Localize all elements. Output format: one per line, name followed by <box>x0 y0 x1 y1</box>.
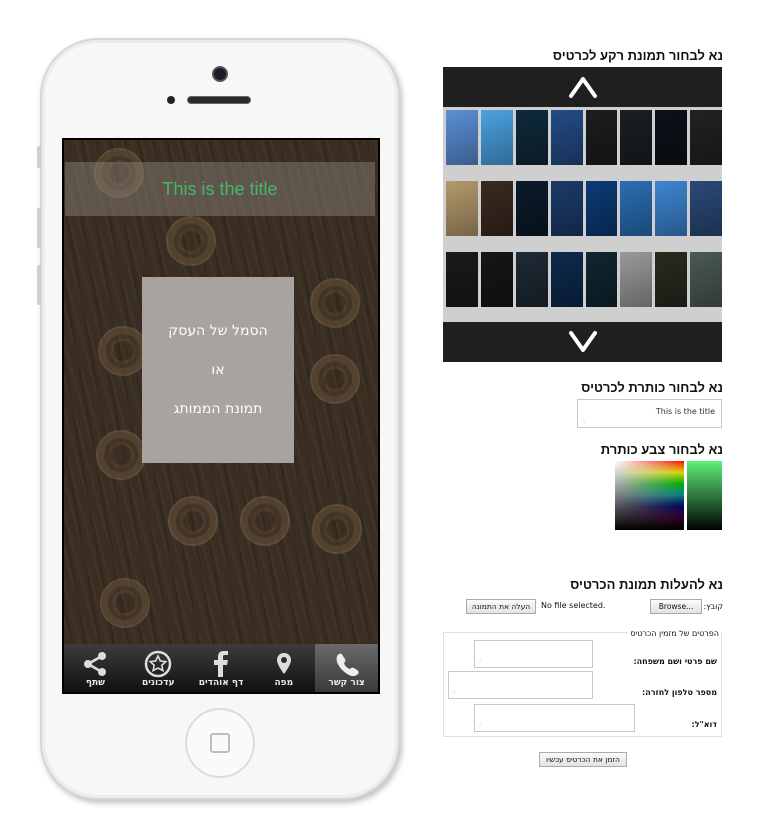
email-input[interactable]: ∴ <box>474 704 635 732</box>
card-title-bar: This is the title <box>65 162 375 216</box>
mute-switch <box>37 146 41 168</box>
tab-bar: צור קשר מפה דף אוהדים עדכונים שתף <box>64 644 378 692</box>
file-label: קובץ: <box>703 602 724 611</box>
background-swatch[interactable] <box>550 110 583 165</box>
upload-image-button[interactable]: העלה את התמונה <box>466 599 536 614</box>
chevron-down-icon <box>568 331 597 352</box>
background-picker <box>443 67 722 362</box>
color-heading: נא לבחור צבע כותרת <box>600 442 723 457</box>
background-swatch[interactable] <box>550 181 583 236</box>
facebook-icon <box>214 651 228 677</box>
background-swatch[interactable] <box>446 252 478 307</box>
background-swatch[interactable] <box>690 110 722 165</box>
tab-contact[interactable]: צור קשר <box>315 644 378 692</box>
background-swatch[interactable] <box>655 252 688 307</box>
tab-map[interactable]: מפה <box>252 644 315 692</box>
bg-heading: נא לבחור תמונת רקע לכרטיס <box>552 48 723 63</box>
chevron-up-icon <box>568 77 597 98</box>
tab-contact-label: צור קשר <box>328 678 365 688</box>
home-button <box>185 708 255 778</box>
swatch-row <box>446 252 722 307</box>
background-swatch[interactable] <box>620 252 653 307</box>
swatch-row <box>446 110 722 165</box>
swatch-row <box>446 181 722 236</box>
card-title: This is the title <box>162 178 278 199</box>
resize-grip-icon: ∴ <box>478 657 483 665</box>
phone-screen: This is the title הסמל של העסק או תמונת … <box>62 138 380 694</box>
title-textarea-value: This is the title <box>655 407 715 416</box>
background-swatch[interactable] <box>585 252 618 307</box>
background-swatch[interactable] <box>585 110 618 165</box>
background-swatch[interactable] <box>620 110 653 165</box>
title-heading: נא לבחור כותרת לכרטיס <box>581 380 723 395</box>
tab-map-label: מפה <box>274 678 294 688</box>
background-swatch[interactable] <box>655 181 688 236</box>
resize-grip-icon: ∴ <box>581 417 586 425</box>
background-swatch[interactable] <box>446 110 478 165</box>
background-swatch[interactable] <box>480 181 513 236</box>
background-swatch[interactable] <box>515 252 548 307</box>
background-swatch[interactable] <box>690 181 722 236</box>
background-swatch[interactable] <box>446 181 478 236</box>
tab-fanpage[interactable]: דף אוהדים <box>190 644 253 692</box>
color-brightness-slider[interactable] <box>687 461 722 530</box>
scroll-up-button[interactable] <box>443 67 722 107</box>
upload-heading: נא להעלות תמונת הכרטיס <box>570 577 723 592</box>
logo-placeholder: הסמל של העסק או תמונת הממותג <box>142 277 294 463</box>
no-file-text: No file selected. <box>541 601 606 610</box>
phone-mockup: This is the title הסמל של העסק או תמונת … <box>37 38 400 800</box>
background-swatch[interactable] <box>620 181 653 236</box>
proximity-sensor <box>167 96 175 104</box>
background-swatch-grid <box>446 110 722 323</box>
orderer-legend: הפרטים של מזמין הכרטיס <box>628 629 721 638</box>
logo-line-3: תמונת הממותג <box>173 400 263 417</box>
phone-input[interactable]: ∴ <box>448 671 593 699</box>
resize-grip-icon: ∴ <box>478 721 483 729</box>
name-label: שם פרטי ושם משפחה: <box>633 657 717 666</box>
name-input[interactable]: ∴ <box>474 640 593 668</box>
tab-updates[interactable]: עדכונים <box>127 644 190 692</box>
tab-share[interactable]: שתף <box>64 644 127 692</box>
logo-line-2: או <box>211 361 225 378</box>
background-swatch[interactable] <box>655 110 688 165</box>
background-swatch[interactable] <box>585 181 618 236</box>
email-label: דוא"ל: <box>691 720 717 729</box>
tab-share-label: שתף <box>85 678 105 688</box>
background-swatch[interactable] <box>480 252 513 307</box>
volume-down-button <box>37 265 41 305</box>
title-textarea[interactable]: This is the title ∴ <box>577 399 722 428</box>
resize-grip-icon: ∴ <box>452 688 457 696</box>
background-swatch[interactable] <box>515 110 548 165</box>
volume-up-button <box>37 208 41 248</box>
tab-updates-label: עדכונים <box>141 678 175 688</box>
map-pin-icon <box>276 653 291 674</box>
background-swatch[interactable] <box>480 110 513 165</box>
tab-fanpage-label: דף אוהדים <box>198 678 244 688</box>
background-swatch[interactable] <box>550 252 583 307</box>
background-swatch[interactable] <box>515 181 548 236</box>
order-card-button[interactable]: הזמן את הכרטיס עכשיו <box>539 752 627 767</box>
earpiece-speaker <box>187 96 251 104</box>
color-hue-palette[interactable] <box>615 461 684 530</box>
star-icon <box>144 650 172 678</box>
front-camera <box>212 66 228 82</box>
scroll-down-button[interactable] <box>443 322 722 362</box>
share-icon <box>84 652 107 676</box>
browse-button[interactable]: Browse... <box>650 599 702 614</box>
phone-icon <box>336 653 359 676</box>
logo-line-1: הסמל של העסק <box>168 322 268 339</box>
background-swatch[interactable] <box>690 252 722 307</box>
phone-label: מספר טלפון לחזרה: <box>642 688 717 697</box>
